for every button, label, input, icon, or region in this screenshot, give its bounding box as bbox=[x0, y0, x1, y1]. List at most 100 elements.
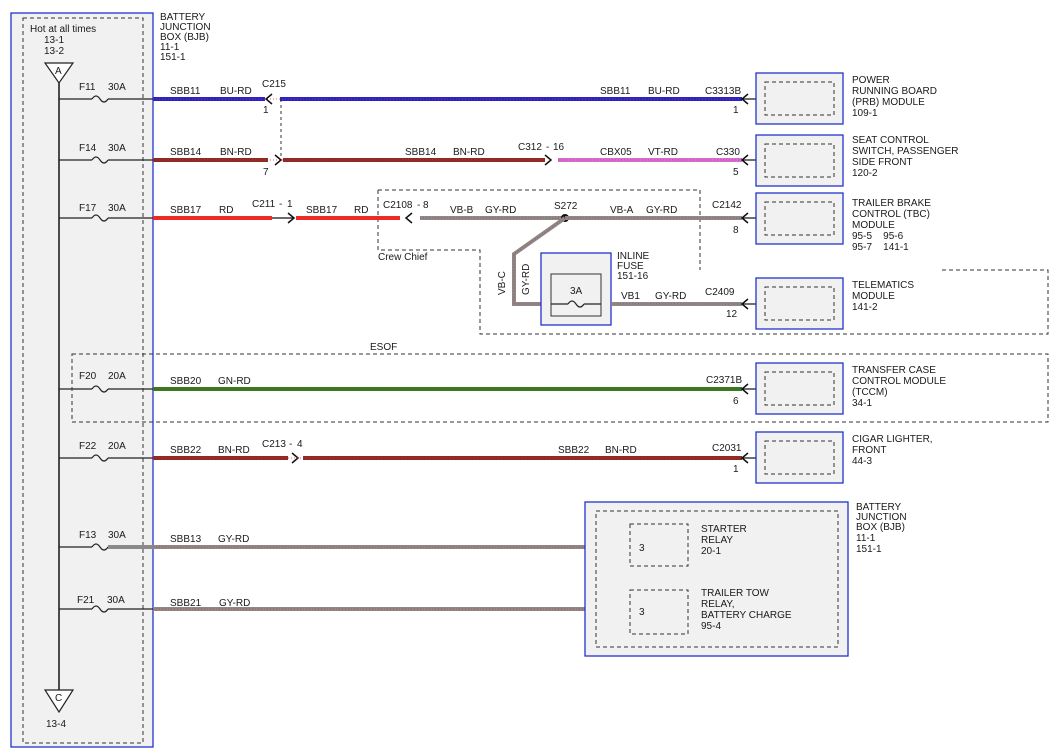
c2371b-label: C2371B bbox=[706, 375, 742, 386]
module-prb: POWER RUNNING BOARD (PRB) MODULE 109-1 bbox=[755, 72, 937, 125]
sbb11-color-2: BU-RD bbox=[648, 86, 680, 97]
sbb20-name: SBB20 bbox=[170, 376, 202, 387]
sbb17-color: RD bbox=[219, 205, 233, 216]
sbb17-name-2: SBB17 bbox=[306, 205, 338, 216]
bjb-right-title-4: 11-1 bbox=[856, 533, 876, 544]
module-prb-line-1: POWER bbox=[852, 75, 890, 86]
s272-label: S272 bbox=[554, 201, 578, 212]
cbx05-color: VT-RD bbox=[648, 147, 678, 158]
fuse-f17-id: F17 bbox=[79, 203, 97, 214]
sbb21-color: GY-RD bbox=[219, 598, 250, 609]
module-tbc-line-1: TRAILER BRAKE bbox=[852, 198, 931, 209]
circuit-vbc: VB-C GY-RD 3A INLINE FUSE 151-16 VB1 GY-… bbox=[497, 216, 756, 326]
sbb17-name: SBB17 bbox=[170, 205, 202, 216]
module-tccm-line-2: CONTROL MODULE bbox=[852, 376, 946, 387]
trailer-relay-line-3: BATTERY CHARGE bbox=[701, 610, 792, 621]
c312-pin: 16 bbox=[553, 142, 565, 153]
module-prb-line-3: (PRB) MODULE bbox=[852, 97, 925, 108]
c2031-label: C2031 bbox=[712, 443, 742, 454]
vbc-name: VB-C bbox=[497, 271, 508, 295]
fuse-f14-rating: 30A bbox=[108, 143, 126, 154]
circuit-sbb14: SBB14 BN-RD 7 SBB14 BN-RD C312 - 16 CBX0… bbox=[153, 142, 756, 178]
c2108-label: C2108 bbox=[383, 200, 413, 211]
trailer-relay-line-1: TRAILER TOW bbox=[701, 588, 770, 599]
connector-a-label: A bbox=[55, 66, 62, 77]
module-tbc-line-5: 95-7 141-1 bbox=[852, 242, 909, 253]
circuit-sbb21: SBB21 GY-RD bbox=[153, 598, 585, 611]
module-tccm-line-1: TRANSFER CASE bbox=[852, 365, 936, 376]
sbb22-color: BN-RD bbox=[218, 445, 250, 456]
vbb-color: GY-RD bbox=[485, 205, 516, 216]
fuse-f21-id: F21 bbox=[77, 595, 95, 606]
module-tbc: TRAILER BRAKE CONTROL (TBC) MODULE 95-5 … bbox=[755, 192, 931, 253]
module-tbc-line-3: MODULE bbox=[852, 220, 895, 231]
starter-relay-line-3: 20-1 bbox=[701, 546, 721, 557]
module-seat-line-2: SWITCH, PASSENGER bbox=[852, 146, 959, 157]
inline-fuse-rating: 3A bbox=[570, 286, 583, 297]
bjb-right: BATTERY JUNCTION BOX (BJB) 11-1 151-1 3 … bbox=[584, 501, 907, 657]
module-cigar-line-1: CIGAR LIGHTER, bbox=[852, 434, 933, 445]
module-tbc-line-4: 95-5 95-6 bbox=[852, 231, 904, 242]
c2142-label: C2142 bbox=[712, 200, 742, 211]
bjb-left-title-5: 151-1 bbox=[160, 52, 186, 63]
c213-label: C213 bbox=[262, 439, 286, 450]
sbb14-name-2: SBB14 bbox=[405, 147, 437, 158]
crew-chief-region bbox=[377, 190, 1049, 335]
module-telematics-line-2: MODULE bbox=[852, 291, 895, 302]
fuse-f14-id: F14 bbox=[79, 143, 97, 154]
fuse-f22-rating: 20A bbox=[108, 441, 126, 452]
c2108-dash: - bbox=[417, 200, 420, 211]
module-seat-line-4: 120-2 bbox=[852, 168, 878, 179]
trailer-relay-line-2: RELAY, bbox=[701, 599, 735, 610]
circuit-sbb13: SBB13 GY-RD bbox=[108, 534, 585, 549]
sbb13-color: GY-RD bbox=[218, 534, 249, 545]
vbb-name: VB-B bbox=[450, 205, 474, 216]
c312-label: C312 bbox=[518, 142, 542, 153]
bjb-left-ref-2: 13-2 bbox=[44, 46, 64, 57]
sbb22-name-2: SBB22 bbox=[558, 445, 590, 456]
sbb22-name: SBB22 bbox=[170, 445, 202, 456]
sbb14-name: SBB14 bbox=[170, 147, 202, 158]
module-telematics: TELEMATICS MODULE 141-2 bbox=[755, 277, 914, 330]
vb1-name: VB1 bbox=[621, 291, 640, 302]
sbb20-color: GN-RD bbox=[218, 376, 251, 387]
c211-dash: - bbox=[279, 199, 282, 210]
fuse-f13-rating: 30A bbox=[108, 530, 126, 541]
sbb22-color-2: BN-RD bbox=[605, 445, 637, 456]
crew-chief-label: Crew Chief bbox=[378, 252, 428, 263]
c211-label: C211 bbox=[252, 199, 276, 210]
fuse-f13-id: F13 bbox=[79, 530, 97, 541]
sbb14-color: BN-RD bbox=[220, 147, 252, 158]
module-telematics-line-1: TELEMATICS bbox=[852, 280, 914, 291]
module-cigar-line-3: 44-3 bbox=[852, 456, 872, 467]
bjb-right-title-5: 151-1 bbox=[856, 544, 882, 555]
sbb13-name: SBB13 bbox=[170, 534, 202, 545]
circuit-sbb22: SBB22 BN-RD C213 - 4 SBB22 BN-RD C2031 1 bbox=[153, 439, 756, 475]
c215-pin: 1 bbox=[263, 105, 269, 116]
module-cigar-line-2: FRONT bbox=[852, 445, 886, 456]
trailer-relay-pin: 3 bbox=[639, 607, 645, 618]
c330-pin: 5 bbox=[733, 167, 739, 178]
connector-c-label: C bbox=[55, 693, 62, 704]
c2409-pin: 12 bbox=[726, 309, 738, 320]
module-seat-line-1: SEAT CONTROL bbox=[852, 135, 929, 146]
wiring-diagram: BATTERY JUNCTION BOX (BJB) 11-1 151-1 Ho… bbox=[10, 12, 1049, 748]
sbb17-color-2: RD bbox=[354, 205, 368, 216]
vbc-color: GY-RD bbox=[521, 264, 532, 295]
module-prb-line-2: RUNNING BOARD bbox=[852, 86, 937, 97]
sbb11-name: SBB11 bbox=[170, 86, 201, 97]
starter-relay-line-2: RELAY bbox=[701, 535, 733, 546]
vba-color: GY-RD bbox=[646, 205, 677, 216]
starter-relay-line-1: STARTER bbox=[701, 524, 747, 535]
module-seat-line-3: SIDE FRONT bbox=[852, 157, 913, 168]
module-cigar-lighter: CIGAR LIGHTER, FRONT 44-3 bbox=[755, 431, 933, 484]
trailer-relay-line-4: 95-4 bbox=[701, 621, 721, 632]
c215-label: C215 bbox=[262, 79, 286, 90]
bjb-right-title-3: BOX (BJB) bbox=[856, 522, 905, 533]
c312-dash: - bbox=[546, 142, 549, 153]
module-tccm-line-3: (TCCM) bbox=[852, 387, 888, 398]
fuse-f21-rating: 30A bbox=[107, 595, 125, 606]
c211-pin: 1 bbox=[287, 199, 293, 210]
sbb11-name-2: SBB11 bbox=[600, 86, 631, 97]
circuit-sbb17: SBB17 RD C211 - 1 SBB17 RD C2108 - 8 VB-… bbox=[153, 199, 756, 236]
